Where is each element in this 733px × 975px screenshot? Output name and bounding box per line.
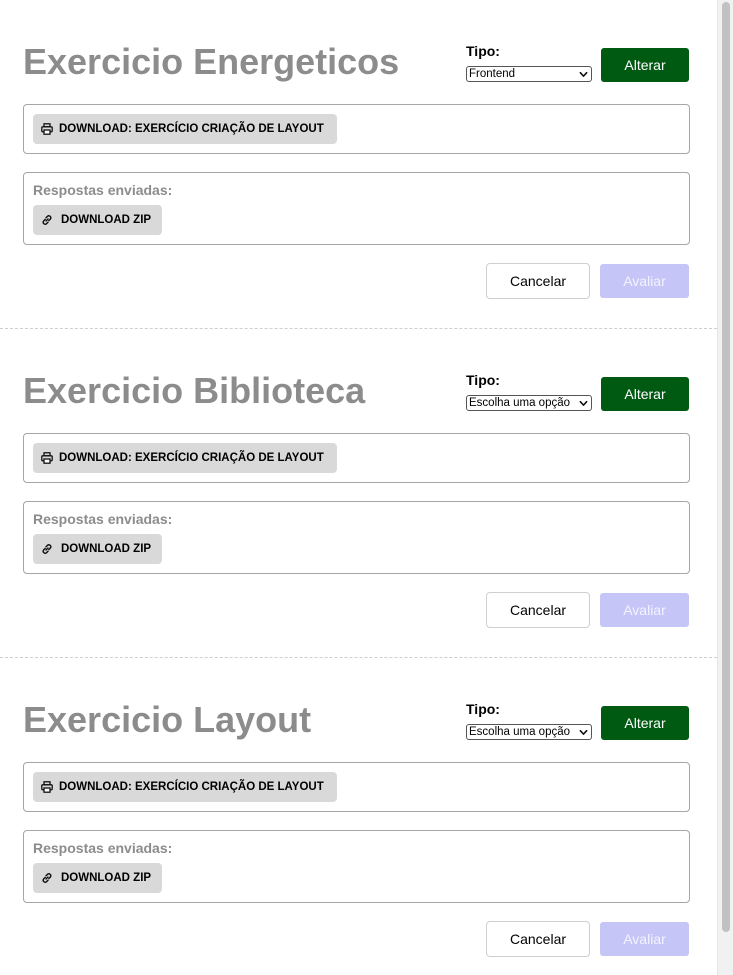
alterar-button[interactable]: Alterar bbox=[601, 706, 689, 740]
download-zip-button[interactable]: DOWNLOAD ZIP bbox=[33, 534, 162, 564]
responses-box: Respostas enviadas: DOWNLOAD ZIP bbox=[23, 830, 690, 903]
tipo-select-value: Escolha uma opção bbox=[469, 726, 571, 738]
download-exercise-button[interactable]: DOWNLOAD: EXERCÍCIO CRIAÇÃO DE LAYOUT bbox=[33, 772, 337, 802]
chevron-down-icon bbox=[579, 71, 588, 77]
printer-icon bbox=[41, 781, 53, 793]
tipo-label: Tipo: bbox=[466, 701, 500, 717]
responses-label: Respostas enviadas: bbox=[33, 182, 173, 198]
download-exercise-label: DOWNLOAD: EXERCÍCIO CRIAÇÃO DE LAYOUT bbox=[59, 781, 324, 793]
exercise-card: Exercicio Layout Tipo: Escolha uma opção… bbox=[0, 658, 717, 975]
download-box: DOWNLOAD: EXERCÍCIO CRIAÇÃO DE LAYOUT bbox=[23, 762, 690, 812]
alterar-button[interactable]: Alterar bbox=[601, 48, 689, 82]
evaluate-button[interactable]: Avaliar bbox=[600, 593, 689, 627]
chevron-down-icon bbox=[579, 729, 588, 735]
download-box: DOWNLOAD: EXERCÍCIO CRIAÇÃO DE LAYOUT bbox=[23, 433, 690, 483]
tipo-select[interactable]: Escolha uma opção bbox=[466, 395, 592, 411]
download-zip-label: DOWNLOAD ZIP bbox=[61, 543, 152, 555]
download-exercise-button[interactable]: DOWNLOAD: EXERCÍCIO CRIAÇÃO DE LAYOUT bbox=[33, 114, 337, 144]
download-zip-label: DOWNLOAD ZIP bbox=[61, 872, 152, 884]
vertical-scrollbar[interactable] bbox=[717, 0, 733, 975]
chevron-down-icon bbox=[579, 400, 588, 406]
download-zip-label: DOWNLOAD ZIP bbox=[61, 214, 152, 226]
link-icon bbox=[42, 544, 52, 554]
printer-icon bbox=[41, 123, 53, 135]
exercise-title: Exercicio Layout bbox=[23, 699, 312, 740]
exercise-card: Exercicio Energeticos Tipo: Frontend Alt… bbox=[0, 0, 717, 329]
tipo-select[interactable]: Frontend bbox=[466, 66, 592, 82]
cancel-button[interactable]: Cancelar bbox=[486, 592, 590, 628]
exercise-title: Exercicio Biblioteca bbox=[23, 370, 366, 411]
download-exercise-label: DOWNLOAD: EXERCÍCIO CRIAÇÃO DE LAYOUT bbox=[59, 123, 324, 135]
evaluate-button[interactable]: Avaliar bbox=[600, 264, 689, 298]
responses-box: Respostas enviadas: DOWNLOAD ZIP bbox=[23, 501, 690, 574]
alterar-button[interactable]: Alterar bbox=[601, 377, 689, 411]
page: Exercicio Energeticos Tipo: Frontend Alt… bbox=[0, 0, 733, 975]
download-zip-button[interactable]: DOWNLOAD ZIP bbox=[33, 863, 162, 893]
cancel-button[interactable]: Cancelar bbox=[486, 263, 590, 299]
tipo-label: Tipo: bbox=[466, 43, 500, 59]
tipo-select-value: Escolha uma opção bbox=[469, 397, 571, 409]
responses-label: Respostas enviadas: bbox=[33, 511, 173, 527]
evaluate-button[interactable]: Avaliar bbox=[600, 922, 689, 956]
download-zip-button[interactable]: DOWNLOAD ZIP bbox=[33, 205, 162, 235]
download-box: DOWNLOAD: EXERCÍCIO CRIAÇÃO DE LAYOUT bbox=[23, 104, 690, 154]
responses-label: Respostas enviadas: bbox=[33, 840, 173, 856]
scrollbar-thumb[interactable] bbox=[722, 2, 730, 932]
responses-box: Respostas enviadas: DOWNLOAD ZIP bbox=[23, 172, 690, 245]
exercise-list: Exercicio Energeticos Tipo: Frontend Alt… bbox=[0, 0, 717, 975]
download-exercise-label: DOWNLOAD: EXERCÍCIO CRIAÇÃO DE LAYOUT bbox=[59, 452, 324, 464]
cancel-button[interactable]: Cancelar bbox=[486, 921, 590, 957]
tipo-select-value: Frontend bbox=[469, 68, 516, 80]
printer-icon bbox=[41, 452, 53, 464]
tipo-select[interactable]: Escolha uma opção bbox=[466, 724, 592, 740]
tipo-label: Tipo: bbox=[466, 372, 500, 388]
exercise-card: Exercicio Biblioteca Tipo: Escolha uma o… bbox=[0, 329, 717, 658]
link-icon bbox=[42, 873, 52, 883]
download-exercise-button[interactable]: DOWNLOAD: EXERCÍCIO CRIAÇÃO DE LAYOUT bbox=[33, 443, 337, 473]
exercise-title: Exercicio Energeticos bbox=[23, 41, 400, 82]
link-icon bbox=[42, 215, 52, 225]
